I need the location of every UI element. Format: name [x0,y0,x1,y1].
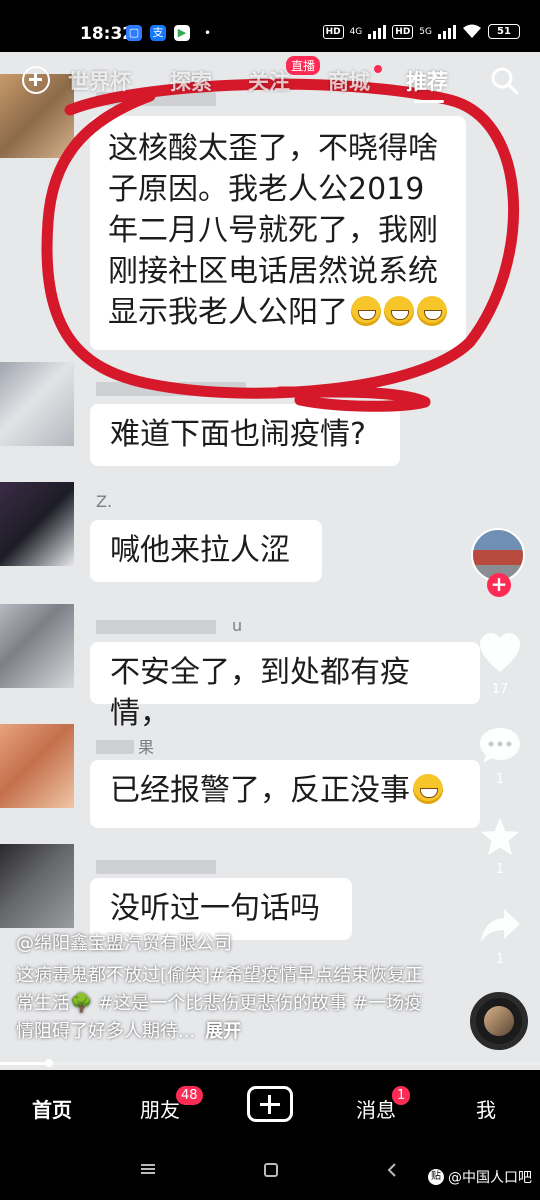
chat-bubble: 喊他来拉人涩 [90,520,322,582]
video-content[interactable]: Z. u 果 这核酸太歪了，不晓得啥子原因。我老人公2019年二月八号就死了，我… [0,52,540,1070]
hd-icon-2: HD [392,24,414,39]
grin-emoji-icon [413,774,443,804]
top-tab-bar: 世界杯 探索 关注 商城 推荐 [0,62,540,104]
search-icon[interactable] [490,66,520,96]
follow-button[interactable]: + [487,573,511,597]
nav-me[interactable]: 我 [476,1094,496,1123]
nav-messages[interactable]: 消息 [356,1094,396,1123]
chat-avatar [0,482,74,566]
blurred-name [96,740,134,754]
blurred-name [96,860,216,874]
create-post-button[interactable] [247,1086,293,1122]
video-caption: 这病毒鬼都不放过[偷笑]#希望疫情早点结束恢复正常生活🌳 #这是一个比悲伤更悲伤… [16,962,436,1046]
menu-icon[interactable] [138,1161,158,1177]
chat-avatar [0,604,74,688]
video-progress-bar[interactable] [0,1059,540,1067]
bottom-nav: 首页 朋友 48 消息 1 我 [0,1070,540,1145]
battery-icon: 51 [488,24,520,39]
home-square-icon[interactable] [262,1161,280,1179]
tieba-logo-icon: 贴 [428,1169,444,1185]
nav-friends[interactable]: 朋友 [140,1094,180,1123]
share-count: 1 [495,952,505,967]
chat-message-text: 喊他来拉人涩 [110,533,290,568]
blurred-name [96,382,246,396]
watermark: 贴 @中国人口吧 [428,1167,532,1187]
back-icon[interactable] [384,1161,400,1179]
video-progress-fill [0,1062,49,1065]
play-store-icon: ▶ [174,25,190,41]
mall-notification-dot [374,65,382,73]
chat-message-text: 难道下面也闹疫情? [110,417,366,452]
chat-message-text: 没听过一句话吗 [110,891,320,926]
active-tab-indicator [414,100,444,103]
tab-explore[interactable]: 探索 [170,66,212,96]
blurred-name [96,620,216,634]
signal-icon-2 [438,24,456,39]
status-icons: HD 4G HD 5G 51 [322,24,520,39]
messages-badge: 1 [392,1086,411,1105]
grin-emoji-icon [384,296,414,326]
chat-bubble: 这核酸太歪了，不晓得啥子原因。我老人公2019年二月八号就死了，我刚刚接社区电话… [90,116,466,350]
share-arrow-icon[interactable] [478,906,522,946]
tab-world-cup[interactable]: 世界杯 [68,66,131,96]
network-5g-label: 5G [419,26,432,37]
tab-following[interactable]: 关注 [248,66,290,96]
hd-icon: HD [322,24,344,39]
chat-message-text: 不安全了，到处都有疫情， [110,655,410,731]
comment-count: 1 [495,772,505,787]
notification-dot: • [204,26,212,40]
expand-link[interactable]: 展开 [205,1021,241,1042]
chat-bubble: 难道下面也闹疫情? [90,404,400,466]
watermark-text: @中国人口吧 [448,1170,532,1186]
like-heart-icon[interactable] [478,632,522,674]
music-disc-icon[interactable] [470,992,528,1050]
video-progress-knob[interactable] [44,1059,53,1067]
chat-bubble: 不安全了，到处都有疫情， [90,642,480,731]
message-app-icon: ▢ [126,25,142,41]
tab-mall[interactable]: 商城 [328,66,370,96]
chat-message-text: 已经报警了，反正没事 [110,773,410,808]
chat-avatar [0,362,74,446]
friends-badge: 48 [176,1086,203,1105]
wifi-icon [463,24,481,38]
favorite-star-icon[interactable] [478,816,522,858]
live-badge: 直播 [286,56,321,75]
alipay-icon: 支 [150,25,166,41]
nav-home[interactable]: 首页 [32,1094,72,1123]
comment-icon[interactable] [478,726,522,766]
grin-emoji-icon [417,296,447,326]
tab-recommend[interactable]: 推荐 [406,66,448,96]
chat-avatar [0,724,74,808]
author-name[interactable]: @绵阳鑫宝盟汽贸有限公司 [16,929,232,955]
chat-bubble: 已经报警了，反正没事 [90,760,480,828]
grin-emoji-icon [351,296,381,326]
like-count: 17 [491,682,509,697]
network-4g-label: 4G [349,26,363,37]
sender-name: u [232,616,243,635]
signal-icon [368,24,387,39]
sender-name: 果 [138,738,155,757]
favorite-count: 1 [495,862,505,877]
sender-name: Z. [96,492,113,511]
chat-avatar [0,844,74,928]
